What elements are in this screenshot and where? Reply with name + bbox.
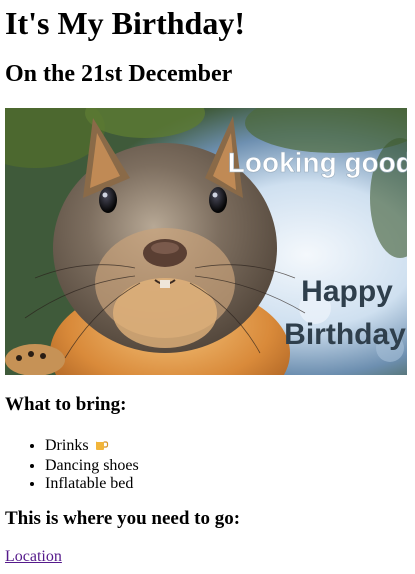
overlay-birthday: Birthday: [284, 318, 406, 351]
list-item: Inflatable bed: [45, 475, 139, 493]
list-item-label: Drinks: [45, 437, 89, 454]
list-item-label: Inflatable bed: [45, 475, 134, 492]
page-title: It's My Birthday!: [5, 5, 245, 41]
list-item: Drinks: [45, 436, 139, 457]
beer-mug-icon: [93, 436, 109, 457]
location-link[interactable]: Location: [5, 548, 62, 566]
bring-list: Drinks Dancing shoes Inflatable bed: [5, 436, 139, 493]
directions-heading: This is where you need to go:: [5, 508, 241, 529]
bring-heading: What to bring:: [5, 394, 127, 415]
birthday-squirrel-image: Looking good! Happy Birthday: [5, 108, 407, 375]
party-date: On the 21st December: [5, 61, 233, 87]
list-item: Dancing shoes: [45, 457, 139, 475]
overlay-happy: Happy: [301, 275, 393, 308]
overlay-looking-good: Looking good!: [228, 147, 407, 178]
list-item-label: Dancing shoes: [45, 457, 139, 474]
